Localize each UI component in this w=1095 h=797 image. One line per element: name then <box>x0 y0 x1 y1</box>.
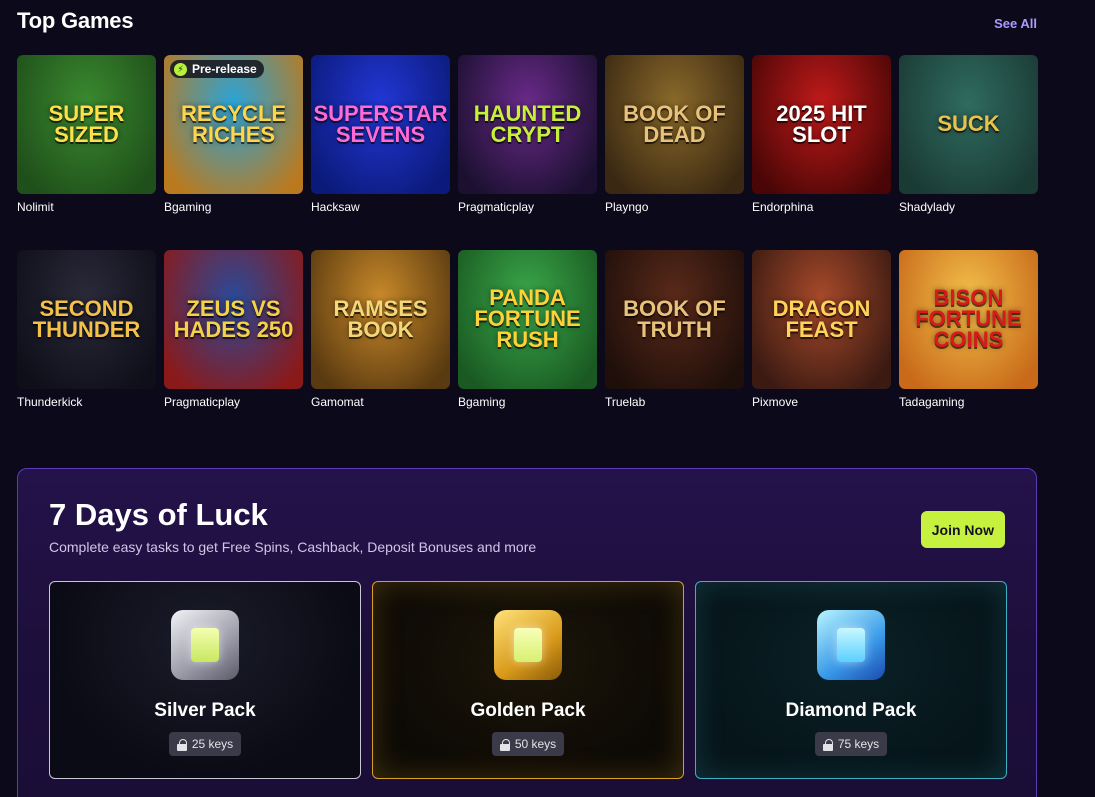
section-title: Top Games <box>17 8 134 33</box>
game-card[interactable]: HAUNTED CRYPT Pragmaticplay <box>458 55 597 250</box>
game-thumbnail[interactable]: BOOK OF DEAD <box>605 55 744 194</box>
game-thumbnail[interactable]: DRAGON FEAST <box>752 250 891 389</box>
game-provider[interactable]: Bgaming <box>164 200 303 214</box>
game-logo-text: 2025 HIT SLOT <box>776 100 867 147</box>
pre-release-badge: ⚡ Pre-release <box>170 60 264 78</box>
game-card[interactable]: BOOK OF DEAD Playngo <box>605 55 744 250</box>
game-card[interactable]: SUPER SIZED Nolimit <box>17 55 156 250</box>
keys-badge: 50 keys <box>491 732 565 756</box>
silver-pack-card[interactable]: Silver Pack 25 keys <box>49 581 361 779</box>
game-provider[interactable]: Endorphina <box>752 200 891 214</box>
game-thumbnail[interactable]: BISON FORTUNE COINS <box>899 250 1038 389</box>
game-thumbnail[interactable]: RAMSES BOOK <box>311 250 450 389</box>
game-logo-text: SUCK <box>937 111 1000 137</box>
gold-pack-card[interactable]: Golden Pack 50 keys <box>372 581 684 779</box>
keys-count: 25 keys <box>191 737 234 751</box>
game-thumbnail[interactable]: ZEUS VS HADES 250 <box>164 250 303 389</box>
cube-window <box>191 628 219 662</box>
game-thumbnail[interactable]: 2025 HIT SLOT <box>752 55 891 194</box>
game-card[interactable]: SUCK Shadylady <box>899 55 1038 250</box>
game-provider[interactable]: Nolimit <box>17 200 156 214</box>
game-provider[interactable]: Truelab <box>605 395 744 409</box>
game-logo-text: SECOND THUNDER <box>32 295 141 342</box>
game-logo-text: RECYCLE RICHES <box>180 100 287 147</box>
seven-days-promo: 7 Days of Luck Complete easy tasks to ge… <box>17 468 1037 797</box>
silver-cube-icon <box>163 606 247 684</box>
promo-title: 7 Days of Luck <box>49 497 268 532</box>
game-card[interactable]: BOOK OF TRUTH Truelab <box>605 250 744 445</box>
game-logo-text: HAUNTED CRYPT <box>473 100 582 147</box>
see-all-link[interactable]: See All <box>994 16 1037 31</box>
lock-icon <box>176 738 187 751</box>
game-thumbnail[interactable]: SECOND THUNDER <box>17 250 156 389</box>
game-logo-text: SUPER SIZED <box>48 100 125 147</box>
cube-window <box>837 628 865 662</box>
game-logo-text: RAMSES BOOK <box>333 295 428 342</box>
gold-cube-icon <box>486 606 570 684</box>
keys-count: 50 keys <box>514 737 557 751</box>
keys-badge: 75 keys <box>814 732 888 756</box>
game-provider[interactable]: Playngo <box>605 200 744 214</box>
game-thumbnail[interactable]: HAUNTED CRYPT <box>458 55 597 194</box>
keys-count: 75 keys <box>837 737 880 751</box>
promo-subtitle: Complete easy tasks to get Free Spins, C… <box>49 539 537 555</box>
game-provider[interactable]: Shadylady <box>899 200 1038 214</box>
game-card[interactable]: PANDA FORTUNE RUSH Bgaming <box>458 250 597 445</box>
game-card[interactable]: BISON FORTUNE COINS Tadagaming <box>899 250 1038 445</box>
game-card[interactable]: 2025 HIT SLOT Endorphina <box>752 55 891 250</box>
packs-row: Silver Pack 25 keys Golden Pack 50 keys Diam… <box>49 581 1007 779</box>
pack-name: Golden Pack <box>470 700 586 721</box>
pack-name: Diamond Pack <box>785 700 917 721</box>
diamond-cube-icon <box>809 606 893 684</box>
game-provider[interactable]: Pragmaticplay <box>458 200 597 214</box>
game-provider[interactable]: Bgaming <box>458 395 597 409</box>
game-thumbnail[interactable]: SUPERSTAR SEVENS <box>311 55 450 194</box>
game-thumbnail[interactable]: SUCK <box>899 55 1038 194</box>
game-thumbnail[interactable]: PANDA FORTUNE RUSH <box>458 250 597 389</box>
diamond-pack-card[interactable]: Diamond Pack 75 keys <box>695 581 1007 779</box>
game-thumbnail[interactable]: BOOK OF TRUTH <box>605 250 744 389</box>
game-logo-text: ZEUS VS HADES 250 <box>173 295 294 342</box>
game-logo-text: BOOK OF TRUTH <box>623 295 726 342</box>
game-thumbnail[interactable]: RECYCLE RICHES ⚡ Pre-release <box>164 55 303 194</box>
game-logo-text: BOOK OF DEAD <box>623 100 726 147</box>
game-logo-text: DRAGON FEAST <box>772 295 871 342</box>
join-now-button[interactable]: Join Now <box>920 511 1005 548</box>
game-logo-text: SUPERSTAR SEVENS <box>313 100 448 147</box>
game-card[interactable]: DRAGON FEAST Pixmove <box>752 250 891 445</box>
game-provider[interactable]: Pixmove <box>752 395 891 409</box>
game-card[interactable]: SECOND THUNDER Thunderkick <box>17 250 156 445</box>
game-card[interactable]: SUPERSTAR SEVENS Hacksaw <box>311 55 450 250</box>
game-provider[interactable]: Tadagaming <box>899 395 1038 409</box>
badge-label: Pre-release <box>192 62 257 76</box>
lightning-icon: ⚡ <box>174 62 187 76</box>
game-card[interactable]: RECYCLE RICHES ⚡ Pre-release Bgaming <box>164 55 303 250</box>
game-logo-text: BISON FORTUNE COINS <box>915 285 1022 352</box>
game-card[interactable]: RAMSES BOOK Gamomat <box>311 250 450 445</box>
lock-icon <box>499 738 510 751</box>
games-grid: SUPER SIZED Nolimit RECYCLE RICHES ⚡ Pre-rel… <box>17 55 1038 445</box>
game-provider[interactable]: Hacksaw <box>311 200 450 214</box>
pack-name: Silver Pack <box>154 700 256 721</box>
game-thumbnail[interactable]: SUPER SIZED <box>17 55 156 194</box>
cube-window <box>514 628 542 662</box>
game-provider[interactable]: Gamomat <box>311 395 450 409</box>
top-games-header: Top Games See All <box>17 6 1037 36</box>
game-provider[interactable]: Pragmaticplay <box>164 395 303 409</box>
lock-icon <box>822 738 833 751</box>
keys-badge: 25 keys <box>168 732 242 756</box>
game-logo-text: PANDA FORTUNE RUSH <box>474 285 581 352</box>
game-card[interactable]: ZEUS VS HADES 250 Pragmaticplay <box>164 250 303 445</box>
game-provider[interactable]: Thunderkick <box>17 395 156 409</box>
